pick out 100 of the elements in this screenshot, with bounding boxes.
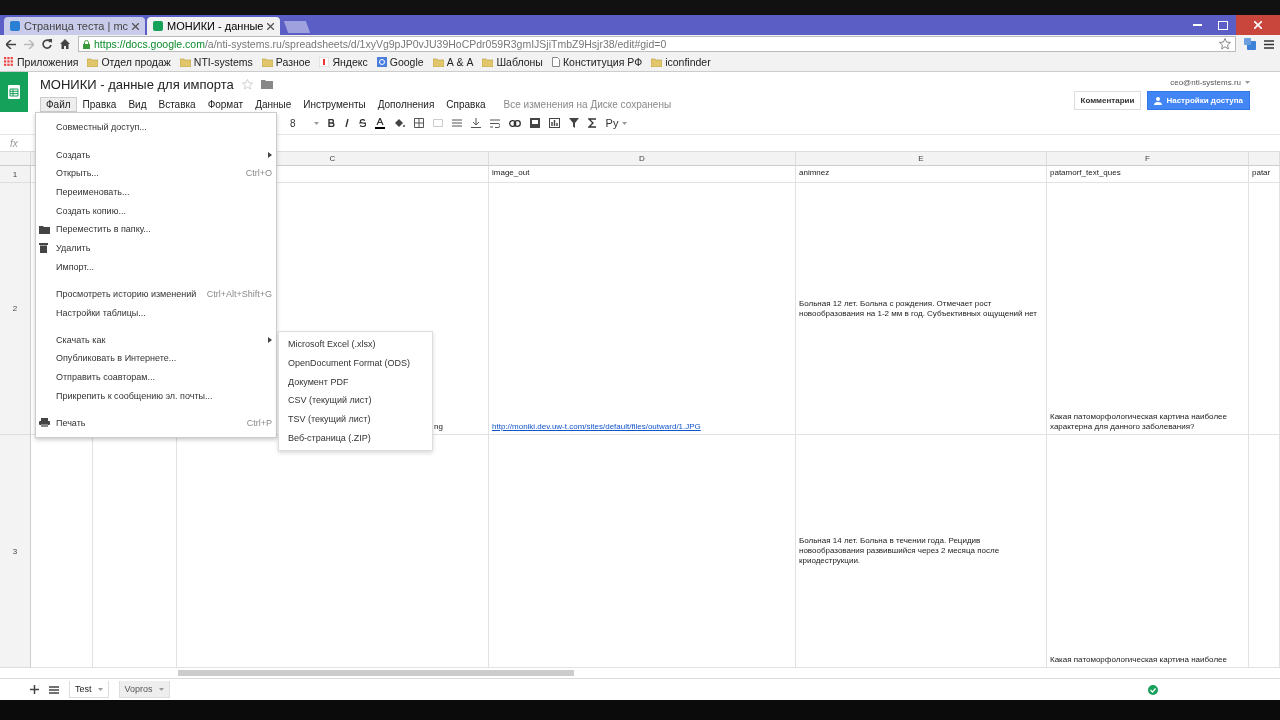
reload-icon[interactable]	[42, 39, 52, 49]
cell-link[interactable]: http://moniki.dev.uw-t.com/sites/default/files/outward/1.JPG	[492, 422, 792, 432]
bookmark-icon	[319, 57, 330, 67]
account-email[interactable]: ceo@nti-systems.ru	[1170, 78, 1241, 87]
menu-item[interactable]: Скачать как	[36, 330, 276, 350]
browser-tab[interactable]: МОНИКИ - данные	[147, 17, 281, 35]
bookmark[interactable]: iconfinder	[651, 56, 711, 68]
bookmark[interactable]: NTI-systems	[179, 56, 253, 68]
browser-tab[interactable]: Страница теста | mc	[4, 17, 146, 35]
add-sheet-icon[interactable]	[30, 685, 39, 694]
bookmark[interactable]: Отдел продаж	[87, 56, 171, 68]
menu-item[interactable]: Удалить	[36, 238, 276, 258]
menu-icon[interactable]	[1264, 39, 1274, 49]
translate-icon[interactable]	[1244, 38, 1256, 50]
bookmark[interactable]: Шаблоны	[482, 56, 543, 68]
input-tools-dropdown[interactable]: Ру	[605, 117, 628, 129]
menu-item[interactable]: Вставка	[152, 96, 202, 112]
lock-icon	[83, 39, 90, 49]
folder-icon	[179, 57, 191, 67]
bookmark[interactable]: А & А	[432, 56, 474, 68]
menu-item[interactable]: Просмотреть историю изменений Ctrl+Alt+Shift+G	[36, 284, 276, 304]
row-header[interactable]: 2	[0, 183, 31, 435]
comment-icon[interactable]	[529, 118, 540, 128]
folder-icon[interactable]	[260, 79, 273, 89]
close-icon[interactable]	[267, 22, 275, 30]
menu-item[interactable]: Дополнения	[371, 96, 441, 112]
share-button[interactable]: Настройки доступа	[1147, 91, 1250, 110]
menu-item[interactable]: Импорт...	[36, 257, 276, 276]
row-header[interactable]: 3	[0, 435, 31, 668]
menu-item[interactable]: Прикрепить к сообщению эл. почты...	[36, 386, 276, 406]
menu-item[interactable]: Microsoft Excel (.xlsx)	[279, 335, 432, 354]
menu-item[interactable]: Создать копию...	[36, 201, 276, 220]
column-header[interactable]: F	[1047, 152, 1249, 166]
bookmark[interactable]: Яндекс	[319, 56, 368, 68]
bookmark[interactable]: Google	[376, 56, 424, 68]
fill-color-icon[interactable]	[393, 118, 405, 128]
table-cell-text: Больная 12 лет. Больна с рождения. Отмечает рост новообразования на 1-2 мм в год. Субъективных ощущений нет	[799, 298, 1038, 319]
sheet-icon	[153, 21, 164, 31]
page-icon	[551, 57, 560, 67]
strikethrough-icon[interactable]	[358, 119, 366, 127]
table-cell-text: patamorf_text_ques	[1050, 168, 1122, 178]
home-icon[interactable]	[60, 39, 70, 49]
text-color-icon[interactable]	[374, 117, 385, 129]
scrollbar[interactable]	[178, 670, 574, 676]
menu-item[interactable]: Переименовать...	[36, 182, 276, 202]
menu-item[interactable]: Файл	[40, 96, 77, 112]
column-header[interactable]: D	[489, 152, 796, 166]
bookmark[interactable]: Приложения	[4, 56, 79, 68]
back-icon[interactable]	[6, 39, 16, 49]
star-icon[interactable]	[1219, 38, 1231, 50]
sheet-tab[interactable]: Test	[69, 681, 109, 698]
menu-item[interactable]: Вид	[122, 96, 153, 112]
maximize-icon[interactable]	[1218, 20, 1228, 30]
menu-item[interactable]: Документ PDF	[279, 372, 432, 392]
menu-item[interactable]: TSV (текущий лист)	[279, 409, 432, 429]
document-title[interactable]: МОНИКИ - данные для импорта	[40, 76, 234, 92]
wrap-icon[interactable]	[489, 118, 500, 128]
sheet-list-icon[interactable]	[49, 685, 59, 694]
menu-item[interactable]: Настройки таблицы...	[36, 303, 276, 322]
menu-item[interactable]: Переместить в папку...	[36, 219, 276, 239]
menu-item[interactable]: Совместный доступ...	[36, 118, 276, 137]
menu-item[interactable]: Отправить соавторам...	[36, 367, 276, 387]
sheets-logo[interactable]	[0, 72, 28, 112]
menu-item[interactable]: Справка	[440, 96, 492, 112]
menu-item[interactable]: Открыть... Ctrl+O	[36, 163, 276, 183]
bookmark-icon	[376, 57, 387, 67]
folder-icon	[432, 57, 444, 67]
folder-icon	[482, 57, 494, 67]
font-size-dropdown[interactable]: 8	[290, 117, 319, 129]
menu-item[interactable]: CSV (текущий лист)	[279, 391, 432, 410]
close-icon	[1254, 21, 1262, 29]
bookmark[interactable]: Разное	[261, 56, 311, 68]
menu-item[interactable]: Инструменты	[297, 96, 372, 112]
comments-button[interactable]: Комментарии	[1073, 91, 1142, 110]
menu-item[interactable]: Формат	[201, 96, 250, 112]
filter-icon[interactable]	[568, 118, 579, 128]
row-header[interactable]: 1	[0, 166, 31, 183]
star-icon[interactable]	[241, 78, 253, 90]
menu-item[interactable]: OpenDocument Format (ODS)	[279, 353, 432, 373]
functions-icon[interactable]	[587, 118, 597, 128]
link-icon[interactable]	[508, 119, 521, 127]
bookmark[interactable]: Конституция РФ	[551, 56, 643, 68]
close-icon[interactable]	[132, 22, 140, 30]
chart-icon[interactable]	[548, 118, 560, 128]
menu-item[interactable]: Опубликовать в Интернете...	[36, 349, 276, 368]
menu-item[interactable]: Данные	[249, 96, 298, 112]
sheet-tab[interactable]: Vopros	[118, 681, 170, 698]
menu-item[interactable]: Веб-страница (.ZIP)	[279, 428, 432, 448]
italic-icon[interactable]	[343, 119, 350, 127]
folder-icon	[87, 57, 99, 67]
borders-icon[interactable]	[413, 118, 424, 128]
vertical-align-icon[interactable]	[470, 118, 481, 128]
address-bar[interactable]: https://docs.google.com/a/nti-systems.ru/spreadsheets/d/1xyVg9pJP0vJU39HoCPdr059R3gmIJSjiTmbZ9Hsjr38/edit#gid=0	[78, 36, 1236, 52]
formula-label: fx	[10, 137, 18, 149]
minimize-icon[interactable]	[1192, 24, 1202, 26]
column-header[interactable]: E	[796, 152, 1047, 166]
menu-item[interactable]: Печать Ctrl+P	[36, 413, 276, 433]
person-icon	[1154, 96, 1164, 105]
bold-icon[interactable]	[327, 119, 335, 127]
menu-item[interactable]: Правка	[76, 96, 123, 112]
